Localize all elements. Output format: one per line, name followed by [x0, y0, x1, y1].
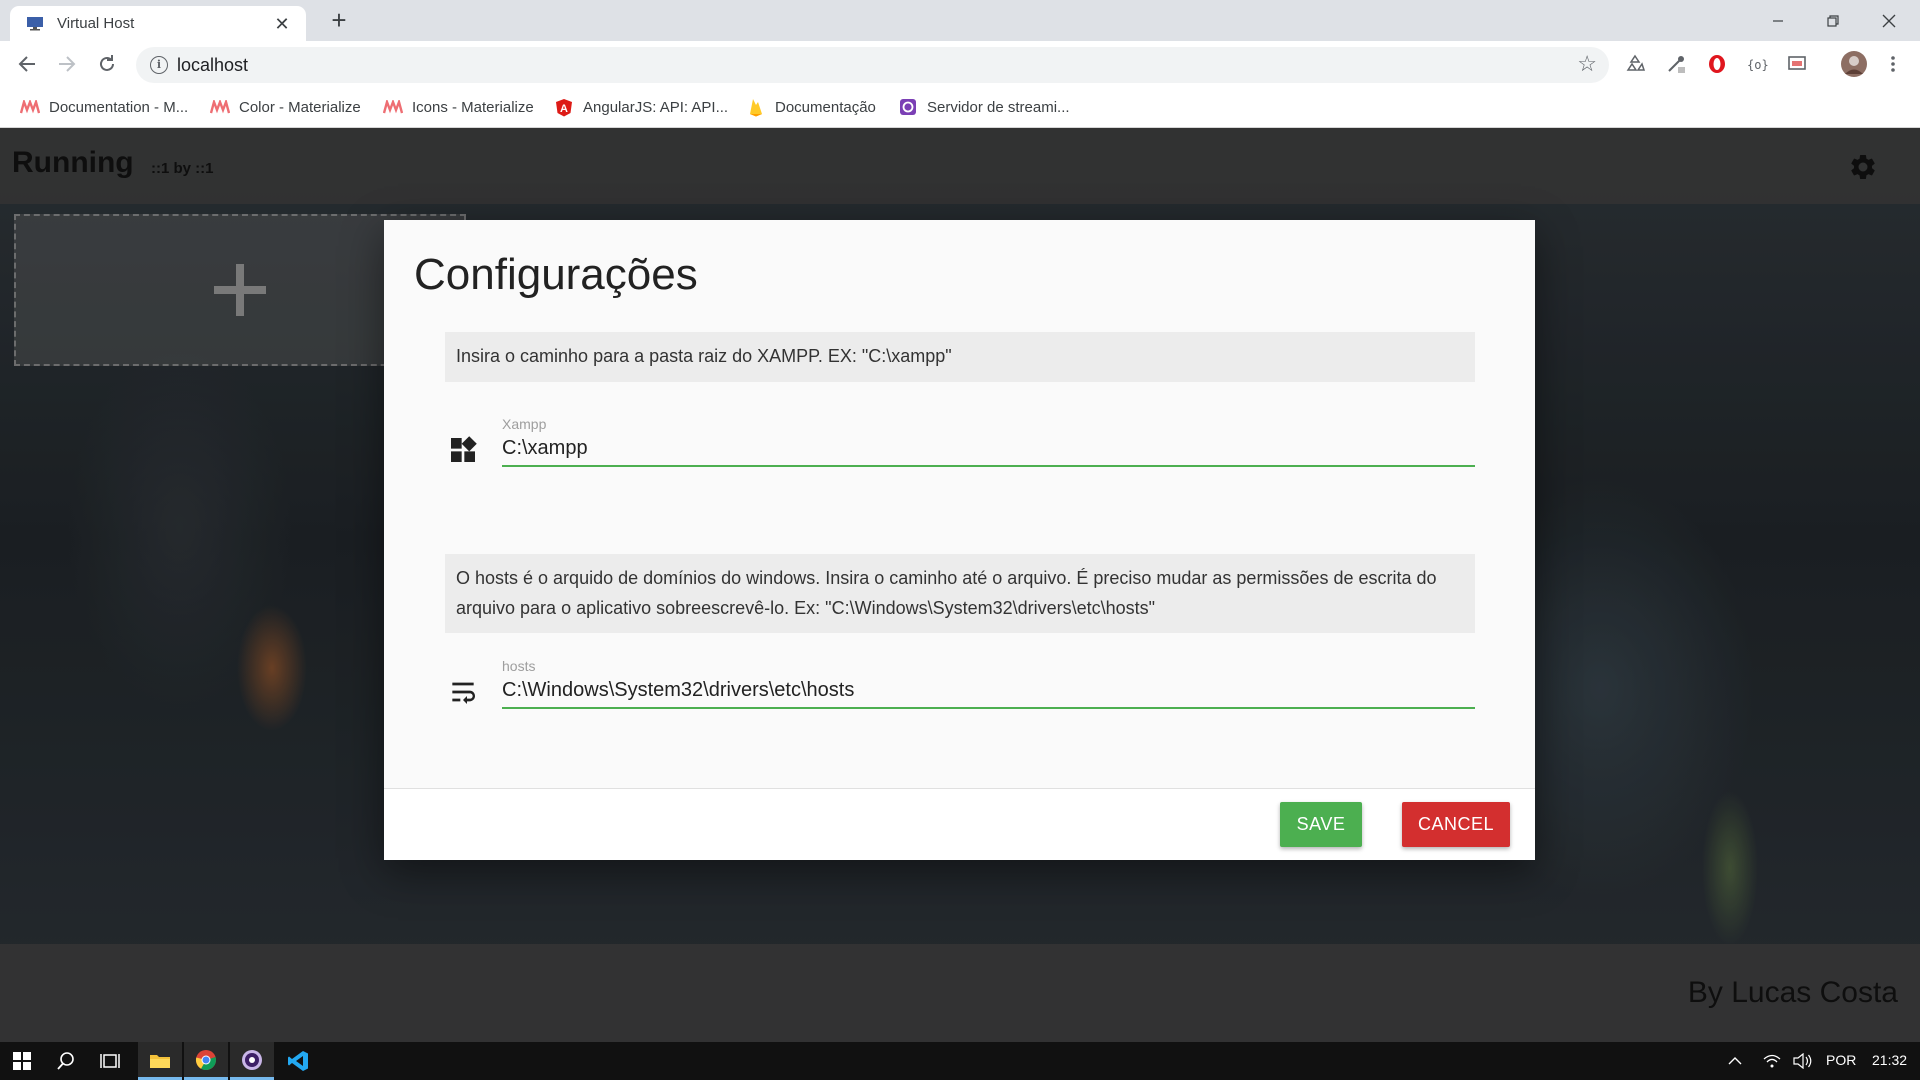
- volume-icon[interactable]: [1788, 1042, 1818, 1080]
- restore-button[interactable]: [1813, 0, 1853, 41]
- bookmark-label: AngularJS: API: API...: [583, 98, 729, 116]
- obs-icon: [898, 98, 918, 116]
- bookmark-label: Color - Materialize: [239, 98, 361, 116]
- input-language[interactable]: POR: [1826, 1052, 1856, 1068]
- obs-taskbar-icon[interactable]: [230, 1042, 274, 1080]
- bookmark-label: Icons - Materialize: [412, 98, 534, 116]
- opera-extension-icon[interactable]: [1706, 53, 1728, 75]
- menu-dots-icon[interactable]: [1882, 53, 1904, 75]
- back-button[interactable]: [14, 51, 40, 77]
- avatar[interactable]: [1840, 50, 1868, 78]
- windows-taskbar: POR 21:32: [0, 1042, 1920, 1080]
- clock[interactable]: 21:32: [1872, 1052, 1907, 1068]
- bookmark-star-icon[interactable]: ☆: [1577, 53, 1597, 75]
- materialize-icon: [20, 98, 40, 116]
- url-text: localhost: [177, 55, 249, 75]
- bookmark-angularjs-api[interactable]: A AngularJS: API: API...: [554, 96, 728, 118]
- widgets-icon: [447, 434, 479, 466]
- address-bar[interactable]: i localhost ☆: [136, 47, 1609, 83]
- bookmark-icons-materialize[interactable]: Icons - Materialize: [383, 96, 534, 118]
- browser-tab[interactable]: Virtual Host ✕: [10, 6, 306, 41]
- hosts-info-box: O hosts é o arquido de domínios do windo…: [445, 554, 1475, 633]
- cancel-button[interactable]: CANCEL: [1402, 802, 1510, 847]
- chrome-icon[interactable]: [184, 1042, 228, 1080]
- json-extension-icon[interactable]: {o}: [1746, 53, 1768, 75]
- xampp-path-input[interactable]: [502, 431, 1475, 467]
- materialize-icon: [383, 98, 403, 116]
- page-viewport: Running ::1 by ::1 By Lucas Costa Config…: [0, 128, 1920, 1042]
- settings-modal: Configurações Insira o caminho para a pa…: [384, 220, 1535, 860]
- hosts-label: hosts: [502, 658, 536, 674]
- materialize-icon: [210, 98, 230, 116]
- file-explorer-icon[interactable]: [138, 1042, 182, 1080]
- recycle-extension-icon[interactable]: [1624, 53, 1646, 75]
- bookmark-color-materialize[interactable]: Color - Materialize: [210, 96, 361, 118]
- forward-button[interactable]: [54, 51, 80, 77]
- chevron-up-icon[interactable]: [1720, 1042, 1750, 1080]
- windows-start-icon[interactable]: [0, 1042, 44, 1080]
- bookmarks-bar: Documentation - M... Color - Materialize…: [0, 88, 1920, 128]
- xampp-info-box: Insira o caminho para a pasta raiz do XA…: [445, 332, 1475, 382]
- close-tab-icon[interactable]: ✕: [272, 14, 292, 34]
- svg-text:A: A: [560, 103, 568, 115]
- svg-text:{o}: {o}: [1747, 58, 1768, 72]
- browser-toolbar: i localhost ☆ {o}: [0, 41, 1920, 88]
- modal-title: Configurações: [414, 250, 698, 299]
- wifi-icon[interactable]: [1757, 1042, 1787, 1080]
- firebase-icon: [746, 98, 766, 117]
- wrap-text-icon: [447, 676, 479, 708]
- close-window-button[interactable]: [1869, 0, 1909, 41]
- vscode-icon[interactable]: [276, 1042, 320, 1080]
- task-view-icon[interactable]: [88, 1042, 132, 1080]
- angular-icon: A: [554, 98, 574, 116]
- new-tab-button[interactable]: +: [326, 7, 352, 34]
- save-button[interactable]: SAVE: [1280, 802, 1362, 847]
- bookmark-label: Servidor de streami...: [927, 98, 1070, 116]
- info-icon[interactable]: i: [150, 56, 168, 74]
- search-icon[interactable]: [44, 1042, 88, 1080]
- bookmark-label: Documentação: [775, 98, 876, 116]
- reload-button[interactable]: [94, 51, 120, 77]
- cast-extension-icon[interactable]: [1786, 53, 1808, 75]
- hosts-path-input[interactable]: [502, 673, 1475, 709]
- monitor-icon: [25, 16, 45, 32]
- eyedropper-extension-icon[interactable]: [1665, 53, 1687, 75]
- bookmark-servidor-streaming[interactable]: Servidor de streami...: [898, 96, 1070, 118]
- bookmark-label: Documentation - M...: [49, 98, 189, 116]
- tab-title: Virtual Host: [57, 15, 135, 32]
- bookmark-documentation-materialize[interactable]: Documentation - M...: [20, 96, 188, 118]
- minimize-button[interactable]: [1758, 0, 1798, 41]
- browser-tabstrip: Virtual Host ✕ +: [0, 0, 1920, 41]
- xampp-label: Xampp: [502, 416, 547, 432]
- modal-footer: SAVE CANCEL: [384, 788, 1535, 860]
- bookmark-documentacao[interactable]: Documentação: [746, 96, 876, 118]
